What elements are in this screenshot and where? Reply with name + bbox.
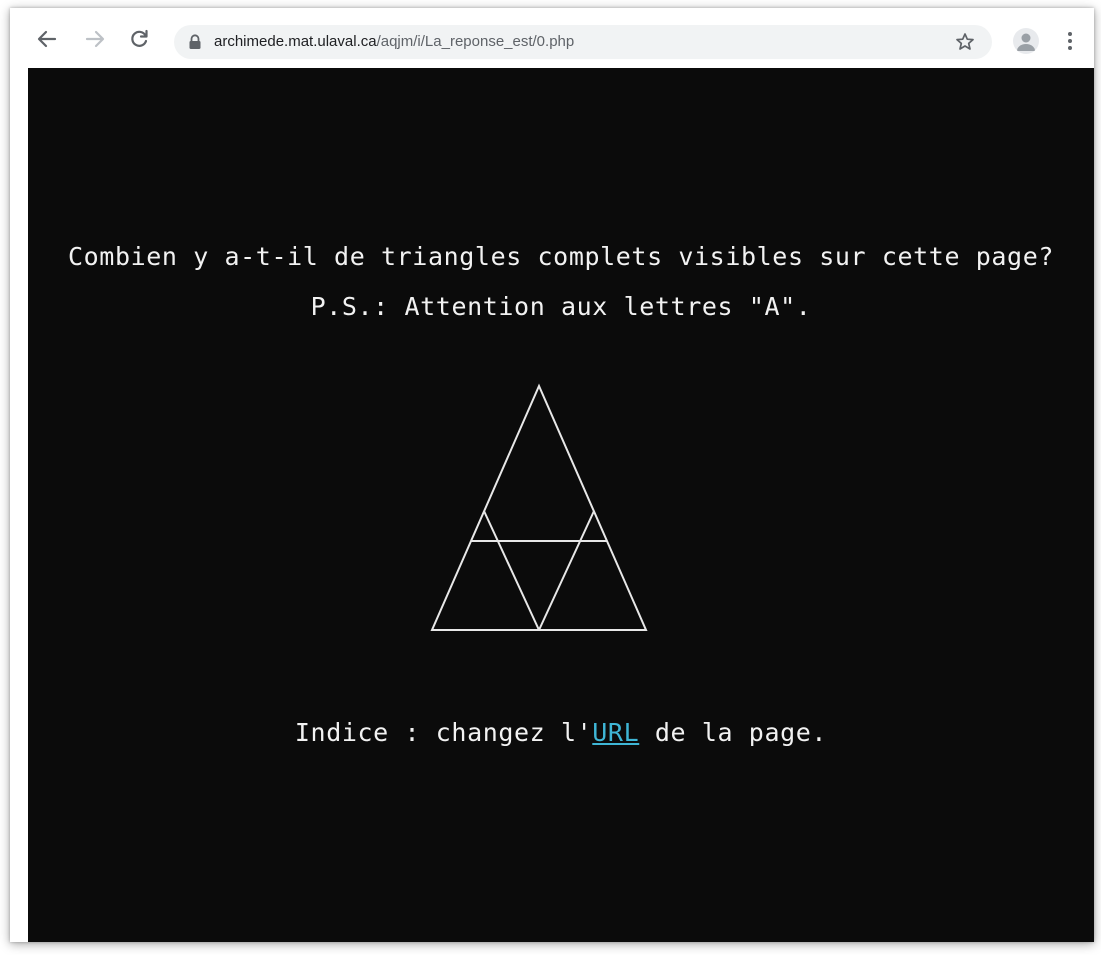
url-link[interactable]: URL (592, 718, 639, 747)
reload-icon (131, 29, 148, 47)
hint-suffix: de la page. (639, 718, 828, 747)
triangle-figure (430, 383, 648, 631)
back-arrow-icon (37, 30, 57, 48)
url-host: archimede.mat.ulaval.ca (214, 33, 377, 50)
browser-menu-button[interactable] (1060, 28, 1080, 54)
back-button[interactable] (34, 26, 60, 52)
forward-arrow-icon (85, 30, 105, 48)
outer-triangle-edges (430, 383, 648, 631)
url-text[interactable]: archimede.mat.ulaval.ca/aqjm/i/La_repons… (214, 25, 574, 59)
right-letter-a-stroke (538, 510, 595, 631)
address-bar[interactable]: archimede.mat.ulaval.ca/aqjm/i/La_repons… (174, 25, 992, 59)
forward-button[interactable] (82, 26, 108, 52)
hint-line: Indice : changez l'URL de la page. (28, 718, 1094, 747)
kebab-menu-icon (1068, 32, 1072, 36)
profile-avatar-button[interactable] (1013, 28, 1039, 54)
star-icon (956, 33, 974, 50)
profile-avatar-icon (1017, 33, 1035, 51)
ps-note: P.S.: Attention aux lettres "A". (310, 292, 812, 321)
reload-button[interactable] (126, 26, 152, 52)
page-content: Combien y a-t-il de triangles complets v… (28, 68, 1094, 942)
browser-window: archimede.mat.ulaval.ca/aqjm/i/La_repons… (10, 8, 1094, 942)
browser-toolbar: archimede.mat.ulaval.ca/aqjm/i/La_repons… (10, 8, 1094, 68)
left-letter-a-stroke (483, 510, 540, 631)
bookmark-star-button[interactable] (954, 31, 976, 53)
question-text: Combien y a-t-il de triangles complets v… (67, 242, 1055, 271)
lock-icon (189, 34, 201, 49)
url-path: /aqjm/i/La_reponse_est/0.php (376, 33, 575, 50)
hint-prefix: Indice : changez l' (294, 718, 593, 747)
